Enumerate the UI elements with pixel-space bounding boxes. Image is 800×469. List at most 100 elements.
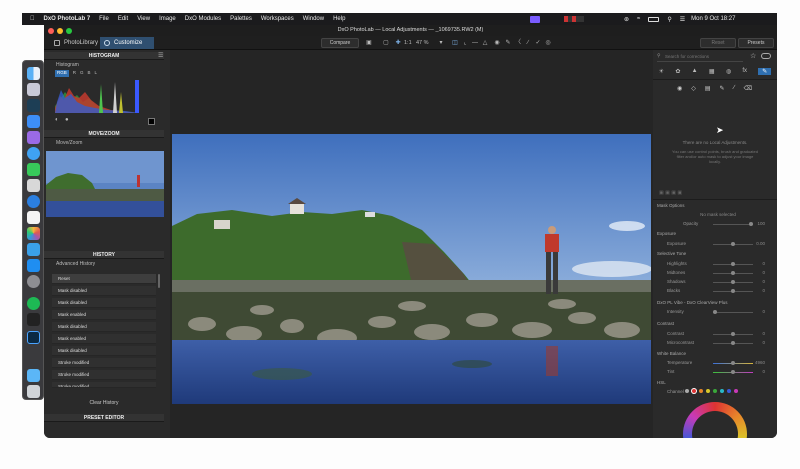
histogram-subtitle[interactable]: Histogram: [56, 62, 79, 68]
menu-workspaces[interactable]: Workspaces: [261, 16, 294, 22]
brush-icon[interactable]: ✎: [720, 85, 725, 95]
control-center-icon[interactable]: ☰: [680, 16, 685, 23]
clear-history-button[interactable]: Clear History: [74, 400, 134, 406]
preset-editor-header[interactable]: PRESET EDITOR: [44, 414, 164, 422]
main-photo[interactable]: [172, 134, 651, 404]
trash-icon[interactable]: [27, 385, 40, 398]
blacks-slider[interactable]: [713, 289, 753, 293]
apple-icon[interactable]: : [30, 16, 35, 22]
retouch-icon[interactable]: ✓: [534, 39, 542, 47]
lightroom-icon[interactable]: [27, 331, 40, 344]
channel-r[interactable]: R: [73, 70, 76, 77]
exposure-value[interactable]: 0.00: [753, 241, 765, 246]
settings-icon[interactable]: [27, 275, 40, 288]
local-adjustments-palette-icon[interactable]: ✎: [758, 67, 772, 75]
dxo-icon[interactable]: [27, 99, 40, 112]
history-header[interactable]: HISTORY: [44, 251, 164, 259]
channel-yellow-swatch[interactable]: [706, 389, 710, 393]
light-palette-icon[interactable]: ☀: [659, 68, 664, 75]
maps-icon[interactable]: [27, 243, 40, 256]
notes-icon[interactable]: [27, 131, 40, 144]
messages-icon[interactable]: [27, 163, 40, 176]
crosshair-icon[interactable]: ✚: [394, 39, 402, 47]
watermark-icon[interactable]: 〈: [514, 39, 522, 47]
channel-red-swatch[interactable]: [692, 389, 696, 393]
intensity-value[interactable]: 0: [753, 309, 765, 314]
channel-green-swatch[interactable]: [713, 389, 717, 393]
history-item[interactable]: Mask enabled: [52, 310, 156, 320]
presets-button[interactable]: Presets: [738, 38, 774, 48]
detail-palette-icon[interactable]: ▲: [692, 68, 698, 74]
slider-knob[interactable]: [731, 370, 735, 374]
hsl-header[interactable]: HSL: [657, 380, 771, 385]
menu-window[interactable]: Window: [303, 16, 324, 22]
browser-icon[interactable]: [27, 195, 40, 208]
exposure-header[interactable]: Exposure: [657, 231, 771, 236]
menu-help[interactable]: Help: [333, 16, 345, 22]
display-mode-icon[interactable]: ▣: [365, 39, 373, 47]
graduated-filter-icon[interactable]: ▤: [705, 85, 711, 95]
slider-knob[interactable]: [731, 332, 735, 336]
channel-all-swatch[interactable]: [685, 389, 689, 393]
tone-value[interactable]: 0: [753, 261, 765, 266]
menu-edit[interactable]: Edit: [118, 16, 128, 22]
contrast-header[interactable]: Contrast: [657, 321, 771, 326]
shadows-slider[interactable]: [713, 280, 753, 284]
white-balance-header[interactable]: White Balance: [657, 351, 771, 356]
battery-icon[interactable]: [648, 16, 660, 22]
channel-rgb[interactable]: RGB: [55, 70, 69, 77]
fx-palette-icon[interactable]: fx: [742, 68, 747, 74]
ratio-label[interactable]: 1:1: [404, 40, 412, 46]
horizon-icon[interactable]: ∕: [524, 39, 532, 47]
channel-l[interactable]: L: [95, 70, 98, 77]
channel-b[interactable]: B: [88, 70, 91, 77]
wifi-icon[interactable]: ≈: [637, 16, 640, 22]
slider-knob[interactable]: [731, 280, 735, 284]
photos-icon[interactable]: [27, 227, 40, 240]
microcontrast-slider[interactable]: [713, 341, 753, 345]
red-eye-icon[interactable]: ◉: [493, 39, 501, 47]
folder-icon[interactable]: [27, 369, 40, 382]
straighten-icon[interactable]: ―: [471, 39, 479, 47]
tone-value[interactable]: 0: [753, 279, 765, 284]
crop-icon[interactable]: ⌞: [461, 39, 469, 47]
repair-icon[interactable]: ✎: [504, 39, 512, 47]
color-palette-icon[interactable]: ✿: [675, 68, 680, 75]
channel-blue-swatch[interactable]: [727, 389, 731, 393]
opacity-value[interactable]: 100: [753, 221, 765, 226]
history-item[interactable]: Mask disabled: [52, 346, 156, 356]
channel-orange-swatch[interactable]: [699, 389, 703, 393]
color-wheel[interactable]: [683, 402, 747, 438]
app-store-icon[interactable]: [27, 259, 40, 272]
tone-value[interactable]: 0: [753, 270, 765, 275]
history-item[interactable]: Stroke modified: [52, 382, 156, 388]
microcontrast-value[interactable]: 0: [753, 340, 765, 345]
mail-icon[interactable]: [27, 115, 40, 128]
channel-magenta-swatch[interactable]: [734, 389, 738, 393]
auto-mask-icon[interactable]: ◇: [691, 85, 696, 95]
menu-palettes[interactable]: Palettes: [230, 16, 252, 22]
tab-photolibrary[interactable]: PhotoLibrary: [50, 37, 98, 49]
clock[interactable]: Mon 9 Oct 18:27: [691, 16, 735, 22]
movezoom-header[interactable]: MOVE/ZOOM: [44, 130, 164, 138]
movezoom-subtitle[interactable]: Move/Zoom: [56, 140, 82, 146]
perspective-icon[interactable]: △: [481, 39, 489, 47]
line-icon[interactable]: ∕: [734, 85, 735, 95]
history-item[interactable]: Mask disabled: [52, 322, 156, 332]
contrast-slider[interactable]: [713, 332, 753, 336]
history-subtitle[interactable]: Advanced History: [56, 261, 95, 267]
tone-value[interactable]: 0: [753, 288, 765, 293]
spotify-icon[interactable]: [27, 297, 40, 310]
history-item[interactable]: Stroke modified: [52, 370, 156, 380]
movezoom-thumbnail[interactable]: [46, 151, 164, 217]
channel-cyan-swatch[interactable]: [720, 389, 724, 393]
slider-knob[interactable]: [731, 262, 735, 266]
eye-preview-icon[interactable]: ◎: [544, 39, 552, 47]
menu-file[interactable]: File: [99, 16, 109, 22]
geometry-palette-icon[interactable]: ▦: [709, 68, 715, 75]
histogram-menu-icon[interactable]: ☰: [158, 52, 163, 59]
fit-icon[interactable]: ▢: [382, 39, 390, 47]
screen-share-icon[interactable]: [530, 15, 540, 23]
histogram-header[interactable]: HISTOGRAM: [44, 52, 164, 60]
intensity-slider[interactable]: [713, 310, 753, 314]
